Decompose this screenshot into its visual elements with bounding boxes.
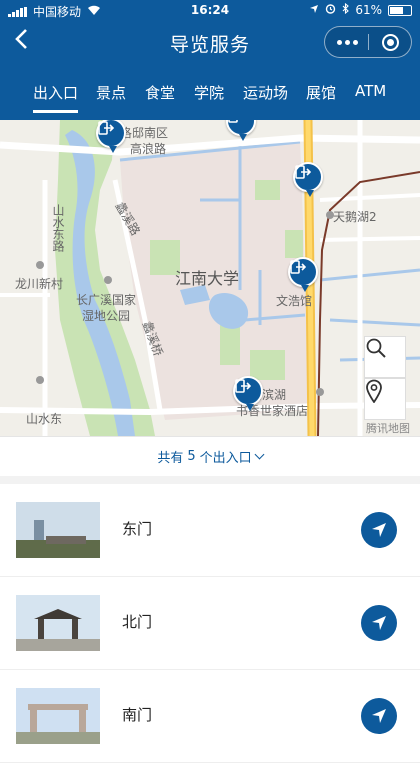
gate-marker-5[interactable] [233,376,263,411]
exit-icon [295,165,311,179]
list-item-east-gate[interactable]: 东门 [0,484,420,577]
exit-icon [235,379,251,393]
summary-prefix: 共有 [157,451,184,466]
campus-map[interactable]: 洛邸南区 高浪路 天鹅湖2 山水东路 龙川新村 江南大学 文浩馆 长广溪国家 湿… [0,120,420,436]
list-item-north-gate[interactable]: 北门 [0,577,420,670]
list-item-south-gate[interactable]: 南门 [0,670,420,763]
navigate-button[interactable] [361,512,397,548]
navigation-arrow-icon [372,523,386,537]
map-locate-button[interactable] [364,378,406,420]
map-label-longchuan: 龙川新村 [15,277,64,291]
tab-canteen[interactable]: 食堂 [145,82,175,103]
navigation-arrow-icon [372,709,386,723]
map-label-jiangnan-university: 江南大学 [175,269,240,288]
location-pin-icon [366,379,382,403]
tab-entrance[interactable]: 出入口 [33,82,79,113]
tab-sports-field[interactable]: 运动场 [243,82,288,103]
alarm-icon [325,3,336,17]
summary-count: 5 [187,449,196,464]
header: 中国移动 16:24 61% 导览服务 出入口 景点 食堂 学院 运动场 展馆 … [0,0,420,120]
bluetooth-icon [342,2,350,17]
search-icon [366,338,386,358]
summary-suffix: 个出入口 [199,451,252,466]
title-bar: 导览服务 [0,22,420,62]
close-icon [382,33,399,51]
gate-name: 东门 [122,520,153,538]
exit-icon [290,260,306,274]
more-icon [336,39,342,45]
gate-name: 北门 [122,613,153,631]
navigate-button[interactable] [361,605,397,641]
gate-name: 南门 [122,706,153,724]
exit-icon [228,120,238,123]
status-right: 61% [309,2,412,17]
map-label-shanshui-south: 山水东 [26,412,63,426]
navigation-arrow-icon [372,616,386,630]
tab-college[interactable]: 学院 [194,82,224,103]
category-tabs: 出入口 景点 食堂 学院 运动场 展馆 ATM [0,72,420,118]
entrance-count-toggle[interactable]: 共有 5 个出入口 [0,436,420,484]
more-button[interactable] [325,27,369,57]
gate-list: 东门 北门 南门 [0,484,420,763]
tab-exhibition[interactable]: 展馆 [306,82,336,103]
map-label-tianehu: 天鹅湖2 [333,210,377,224]
map-label-wenhao: 文浩馆 [276,294,313,308]
status-bar: 中国移动 16:24 61% [0,0,420,22]
map-label-shanshui-north: 山水东路 [51,204,65,252]
gate-marker-4[interactable] [288,257,318,292]
map-label-gaolang: 高浪路 [130,142,167,156]
location-icon [309,3,319,17]
gate-marker-3[interactable] [293,162,323,197]
exit-icon [98,121,114,135]
map-attribution: 腾讯地图 [366,422,410,435]
navigate-button[interactable] [361,698,397,734]
chevron-down-icon [254,449,265,460]
tab-scenic-spots[interactable]: 景点 [96,82,126,103]
gate-photo [16,502,100,558]
gate-photo [16,595,100,651]
close-button[interactable] [369,27,412,57]
battery-icon [388,4,412,16]
map-label-shidi: 湿地公园 [82,309,131,323]
map-label-changguangxi: 长广溪国家 [76,293,137,307]
battery-percent: 61% [355,3,382,17]
map-label-luoqiao: 洛邸南区 [120,126,169,140]
map-search-button[interactable] [364,336,406,378]
tab-atm[interactable]: ATM [355,82,386,100]
gate-photo [16,688,100,744]
mini-program-capsule [324,26,412,58]
